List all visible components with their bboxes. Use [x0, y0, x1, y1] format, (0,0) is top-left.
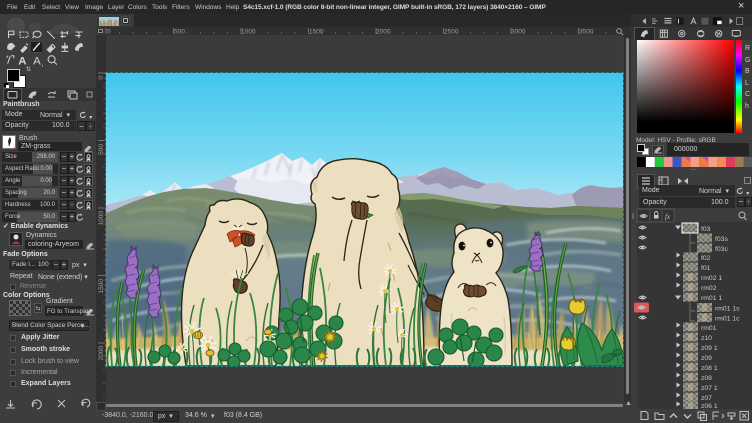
svg-text:rm02: rm02	[701, 285, 717, 292]
svg-text:1500: 1500	[98, 279, 105, 294]
svg-text:rm02 1: rm02 1	[701, 275, 722, 282]
svg-text:f03s: f03s	[715, 236, 728, 243]
svg-text:rm01 1c: rm01 1c	[715, 316, 740, 323]
svg-text:0: 0	[98, 76, 105, 80]
svg-text:rm01 1: rm01 1	[701, 295, 722, 302]
svg-text:1000: 1000	[98, 211, 105, 226]
svg-text:z09 1: z09 1	[701, 345, 718, 352]
svg-text:z06 1: z06 1	[701, 403, 718, 410]
svg-text:f02: f02	[701, 255, 711, 262]
svg-text:z08 1: z08 1	[701, 365, 718, 372]
svg-text:rm01: rm01	[701, 325, 717, 332]
svg-text:f03: f03	[701, 226, 711, 233]
svg-text:2000: 2000	[98, 346, 105, 361]
svg-text:z08: z08	[701, 375, 712, 382]
svg-text:500: 500	[98, 144, 105, 155]
svg-text:z10: z10	[701, 335, 712, 342]
svg-text:Aˌ: Aˌ	[33, 56, 44, 68]
svg-text:z07 1: z07 1	[701, 385, 718, 392]
svg-text:f03c: f03c	[715, 246, 728, 253]
svg-text:f01: f01	[701, 265, 711, 272]
svg-text:rm01 1s: rm01 1s	[715, 306, 740, 313]
svg-text:fx: fx	[665, 213, 671, 221]
svg-text:z07: z07	[701, 395, 712, 402]
svg-text:z09: z09	[701, 355, 712, 362]
